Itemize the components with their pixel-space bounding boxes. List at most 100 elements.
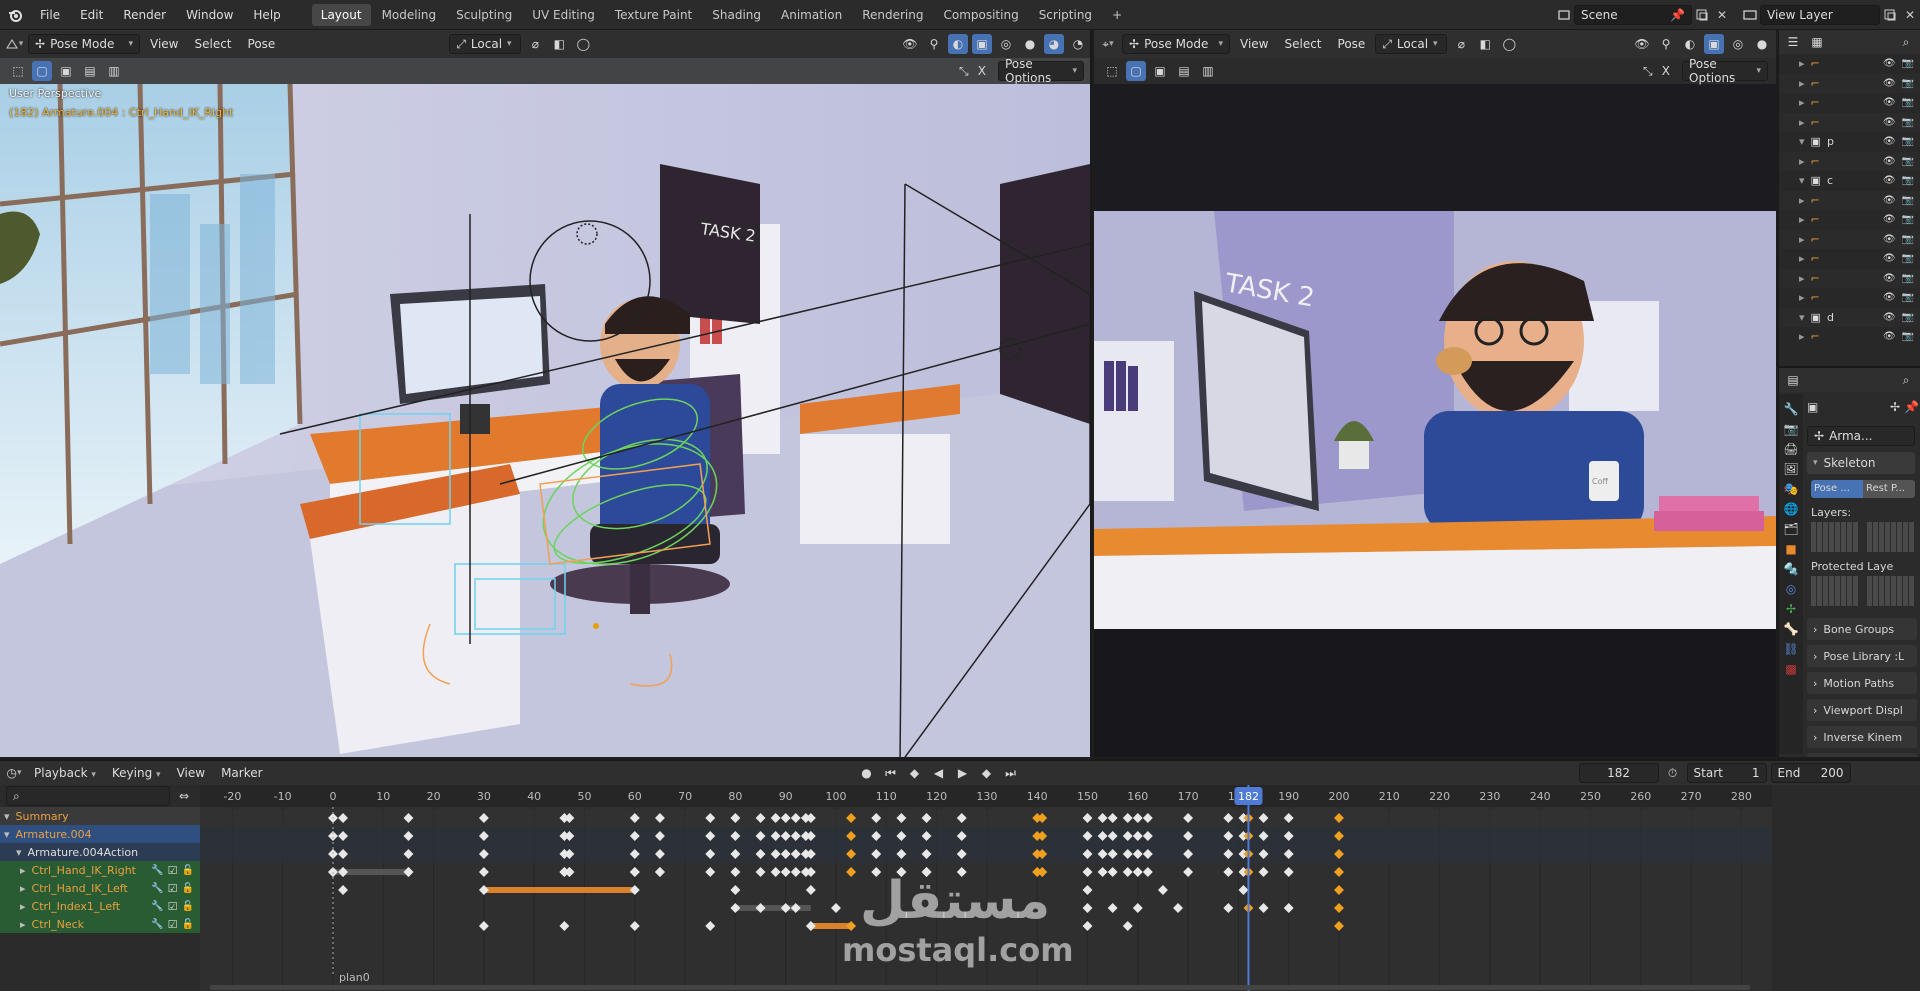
tab-uv-editing[interactable]: UV Editing bbox=[523, 4, 604, 26]
panel-header[interactable]: › Motion Paths bbox=[1807, 672, 1917, 694]
gizmo-icon[interactable]: ⚲ bbox=[924, 34, 944, 54]
channel-row[interactable]: ▸ Ctrl_Hand_IK_Left 🔧 ☑ 🔓 bbox=[0, 879, 200, 897]
modifier-tab-icon[interactable]: 🔩 bbox=[1784, 562, 1799, 576]
properties-editor-icon[interactable]: ▤ bbox=[1783, 370, 1803, 390]
tab-rendering[interactable]: Rendering bbox=[853, 4, 932, 26]
eye-icon[interactable]: 👁 bbox=[1883, 214, 1896, 225]
disclosure-icon[interactable]: ▾ bbox=[1799, 135, 1805, 148]
gizmo-icon[interactable]: ⚲ bbox=[1656, 34, 1676, 54]
armature-data-tab-icon[interactable]: ✢ bbox=[1786, 602, 1796, 616]
outliner-row[interactable]: ▸ ⌐ 👁 📷 bbox=[1779, 151, 1920, 171]
viewport-right[interactable]: ⌖ ▾ ✢ Pose Mode ▾ View Select Pose ⤢ Loca… bbox=[1094, 30, 1776, 757]
view-layer-icon[interactable] bbox=[1740, 5, 1760, 25]
collection-tab-icon[interactable]: 🗂 bbox=[1783, 522, 1798, 536]
properties-editor[interactable]: ▤ ⌕ 🔧 📷 🖨 🖼 🎭 🌐 🗂 ■ 🔩 ◎ ✢ 🦴 ⛓ ▩ ▣ ✢ 📌 ✢ … bbox=[1778, 366, 1920, 757]
tab-texture-paint[interactable]: Texture Paint bbox=[606, 4, 701, 26]
channel-row[interactable]: ▾ Armature.004 bbox=[0, 825, 200, 843]
outliner-row[interactable]: ▸ ⌐ 👁 📷 bbox=[1779, 268, 1920, 288]
x-mirror-label[interactable]: X bbox=[1662, 64, 1670, 78]
pivot-icon[interactable]: ⌀ bbox=[525, 34, 545, 54]
outliner-row[interactable]: ▸ ⌐ 👁 📷 bbox=[1779, 112, 1920, 132]
armature-datablock[interactable]: ✢ Arma... bbox=[1807, 426, 1915, 446]
timeline-editor[interactable]: ◷ ▾ Playback ▾ Keying ▾ View Marker ● ⏮ ◆… bbox=[0, 759, 1920, 991]
jump-start-icon[interactable]: ⏮ bbox=[881, 763, 901, 783]
modifier-toggle-icon[interactable]: 🔧 bbox=[151, 919, 163, 930]
outliner-row[interactable]: ▾ ▣ c 👁 📷 bbox=[1779, 171, 1920, 191]
transform-orientation-dropdown[interactable]: ⤢ Local ▾ bbox=[1375, 34, 1448, 54]
pivot-icon[interactable]: ⌀ bbox=[1451, 34, 1471, 54]
menu-pose[interactable]: Pose bbox=[1332, 37, 1372, 51]
select-invert-icon[interactable]: ▥ bbox=[104, 61, 124, 81]
mode-dropdown[interactable]: ✢ Pose Mode ▾ bbox=[28, 34, 140, 54]
swap-icon[interactable]: ⇔ bbox=[174, 786, 194, 806]
disclosure-icon[interactable]: ▸ bbox=[1799, 77, 1805, 90]
camera-icon[interactable]: 📷 bbox=[1902, 273, 1914, 284]
mute-checkbox-icon[interactable]: ☑ bbox=[168, 918, 178, 931]
end-frame-field[interactable]: End 200 bbox=[1770, 763, 1851, 783]
visibility-icon[interactable]: 👁 bbox=[900, 34, 920, 54]
texture-tab-icon[interactable]: ▩ bbox=[1785, 662, 1796, 676]
next-keyframe-icon[interactable]: ◆ bbox=[977, 763, 997, 783]
camera-icon[interactable]: 📷 bbox=[1902, 97, 1914, 108]
outliner[interactable]: ☰ ▦ ⌕ ▸ ⌐ 👁 📷 ▸ ⌐ 👁 📷 ▸ ⌐ 👁 📷 ▸ ⌐ 👁 📷 ▾ ▣ p 👁 📷 ▸ ⌐ 👁 📷 ▾ ▣ c 👁 📷 ▸ ⌐ 👁 📷… bbox=[1778, 30, 1920, 366]
tab-layout[interactable]: Layout bbox=[311, 3, 371, 26]
mute-checkbox-icon[interactable]: ☑ bbox=[168, 882, 178, 895]
disclosure-icon[interactable]: ▾ bbox=[16, 846, 22, 859]
menu-render[interactable]: Render bbox=[113, 0, 176, 30]
mirror-icon[interactable]: ⤡ bbox=[954, 61, 974, 81]
lock-icon[interactable]: 🔓 bbox=[182, 883, 194, 894]
lock-icon[interactable]: 🔓 bbox=[182, 901, 194, 912]
camera-icon[interactable]: 📷 bbox=[1902, 253, 1914, 264]
disclosure-icon[interactable]: ▸ bbox=[1799, 291, 1805, 304]
channel-search-input[interactable]: ⌕ bbox=[6, 786, 170, 806]
skeleton-panel-header[interactable]: ▾ Skeleton bbox=[1807, 452, 1915, 474]
tool-select-icon[interactable]: ⬚ bbox=[1102, 61, 1122, 81]
camera-icon[interactable]: 📷 bbox=[1902, 234, 1914, 245]
mute-checkbox-icon[interactable]: ☑ bbox=[168, 864, 178, 877]
editor-type-icon[interactable]: ▾ bbox=[4, 34, 24, 54]
modifier-toggle-icon[interactable]: 🔧 bbox=[151, 901, 163, 912]
menu-select[interactable]: Select bbox=[188, 37, 237, 51]
eye-icon[interactable]: 👁 bbox=[1883, 156, 1896, 167]
menu-view[interactable]: View bbox=[171, 766, 211, 780]
pose-options-dropdown[interactable]: Pose Options ▾ bbox=[998, 57, 1084, 85]
transform-orientation-dropdown[interactable]: ⤢ Local ▾ bbox=[449, 34, 522, 54]
eye-icon[interactable]: 👁 bbox=[1883, 331, 1896, 342]
panel-header[interactable]: › Viewport Displ bbox=[1807, 699, 1917, 721]
disclosure-icon[interactable]: ▸ bbox=[1799, 116, 1805, 129]
panel-header[interactable]: › Inverse Kinem bbox=[1807, 726, 1917, 748]
tool-select-icon[interactable]: ⬚ bbox=[8, 61, 28, 81]
menu-select[interactable]: Select bbox=[1278, 37, 1327, 51]
scene-icon[interactable] bbox=[1554, 5, 1574, 25]
snap-icon[interactable]: ◧ bbox=[1475, 34, 1495, 54]
eye-icon[interactable]: 👁 bbox=[1883, 195, 1896, 206]
layers-grid[interactable] bbox=[1811, 522, 1915, 552]
camera-icon[interactable]: 📷 bbox=[1902, 331, 1914, 342]
disclosure-icon[interactable]: ▾ bbox=[4, 810, 10, 823]
display-mode-icon[interactable]: ▦ bbox=[1807, 32, 1827, 52]
object-tab-icon[interactable]: ■ bbox=[1785, 542, 1796, 556]
tab-compositing[interactable]: Compositing bbox=[934, 4, 1027, 26]
camera-icon[interactable]: 📷 bbox=[1902, 175, 1914, 186]
camera-icon[interactable]: 📷 bbox=[1902, 117, 1914, 128]
panel-header[interactable]: ›Custom Proper bbox=[1807, 753, 1917, 757]
x-mirror-label[interactable]: X bbox=[978, 64, 986, 78]
eye-icon[interactable]: 👁 bbox=[1883, 253, 1896, 264]
panel-header[interactable]: › Pose Library :L bbox=[1807, 645, 1917, 667]
jump-end-icon[interactable]: ⏭ bbox=[1001, 763, 1021, 783]
search-icon[interactable]: ⌕ bbox=[1896, 32, 1916, 52]
select-subtract-icon[interactable]: ▤ bbox=[1174, 61, 1194, 81]
eye-icon[interactable]: 👁 bbox=[1883, 312, 1896, 323]
select-extend-icon[interactable]: ▣ bbox=[56, 61, 76, 81]
menu-marker[interactable]: Marker bbox=[215, 766, 268, 780]
physics-tab-icon[interactable]: ◎ bbox=[1786, 582, 1796, 596]
outliner-row[interactable]: ▸ ⌐ 👁 📷 bbox=[1779, 54, 1920, 74]
eye-icon[interactable]: 👁 bbox=[1883, 78, 1896, 89]
disclosure-icon[interactable]: ▸ bbox=[1799, 330, 1805, 343]
outliner-row[interactable]: ▸ ⌐ 👁 📷 bbox=[1779, 93, 1920, 113]
eye-icon[interactable]: 👁 bbox=[1883, 292, 1896, 303]
outliner-row[interactable]: ▸ ⌐ 👁 📷 bbox=[1779, 327, 1920, 347]
shading-wireframe-icon[interactable]: ◎ bbox=[996, 34, 1016, 54]
add-workspace-button[interactable]: + bbox=[1103, 4, 1131, 26]
outliner-row[interactable]: ▸ ⌐ 👁 📷 bbox=[1779, 229, 1920, 249]
